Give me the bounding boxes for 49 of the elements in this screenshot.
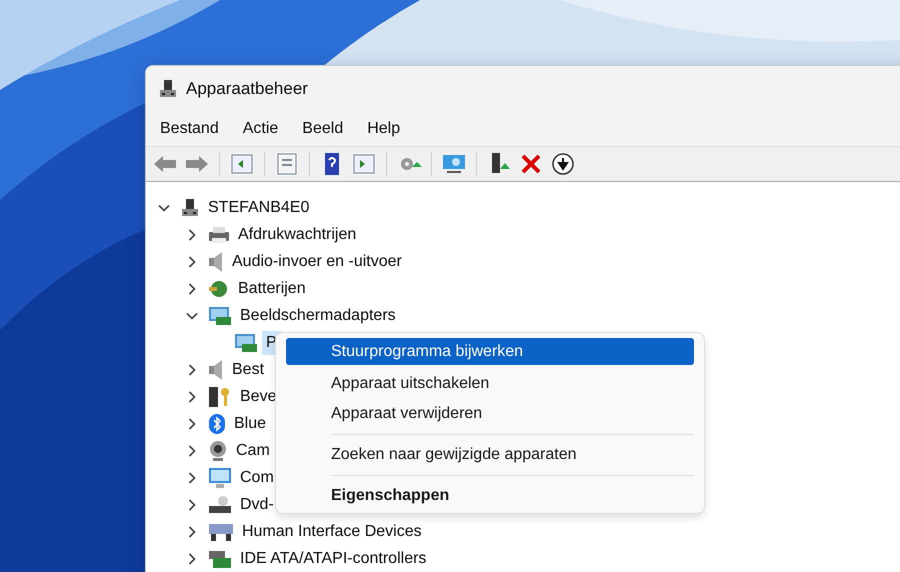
tree-item[interactable]: STEFANB4E0 [204, 196, 314, 220]
menu-item[interactable]: Actie [234, 120, 286, 138]
menu-item[interactable]: Apparaat verwijderen [286, 399, 694, 429]
toolbar-button[interactable] [550, 151, 576, 177]
battery-icon [208, 278, 230, 298]
speaker-icon [208, 250, 224, 272]
menu-item[interactable]: Zoeken naar gewijzigde apparaten [286, 440, 694, 470]
tree-item[interactable]: Com [236, 466, 278, 490]
tree-item[interactable]: IDE ATA/ATAPI-controllers [236, 546, 430, 570]
app-icon [158, 78, 178, 98]
display-adapter-icon [208, 306, 232, 326]
chevron-right-icon[interactable] [186, 228, 198, 240]
tree-item[interactable]: Cam [232, 438, 274, 462]
menu-item[interactable]: Apparaat uitschakelen [286, 369, 694, 399]
tree-item[interactable]: Blue [230, 412, 270, 436]
bluetooth-icon [208, 412, 226, 434]
chevron-right-icon[interactable] [186, 472, 198, 484]
chevron-right-icon[interactable] [186, 390, 198, 402]
window-title: Apparaatbeheer [186, 78, 308, 98]
chevron-right-icon[interactable] [186, 552, 198, 564]
menu-item[interactable]: Stuurprogramma bijwerken [286, 338, 694, 365]
chevron-right-icon[interactable] [186, 498, 198, 510]
chevron-right-icon[interactable] [186, 364, 198, 376]
disc-drive-icon [208, 494, 232, 514]
chevron-right-icon[interactable] [186, 256, 198, 268]
chevron-right-icon[interactable] [186, 526, 198, 538]
key-icon [208, 386, 232, 408]
display-adapter-icon [234, 332, 258, 352]
menu-item[interactable]: Beeld [294, 120, 352, 138]
menu-item[interactable]: Eigenschappen [286, 481, 694, 511]
chevron-right-icon[interactable] [186, 282, 198, 294]
tree-item[interactable]: Batterijen [234, 276, 310, 300]
printer-icon [208, 226, 230, 244]
tree-item[interactable]: Audio-invoer en -uitvoer [228, 250, 406, 274]
monitor-icon [208, 466, 232, 488]
tree-item[interactable]: Beeldschermadapters [236, 304, 400, 328]
tree-item[interactable]: Dvd- [236, 492, 278, 516]
computer-icon [180, 198, 200, 218]
controller-card-icon [208, 548, 232, 568]
download-circle-icon [550, 151, 576, 177]
tree-item[interactable]: Human Interface Devices [238, 520, 426, 544]
chevron-right-icon[interactable] [186, 444, 198, 456]
tree-item[interactable]: Afdrukwachtrijen [234, 222, 360, 246]
webcam-icon [208, 440, 228, 462]
menu-item[interactable]: Help [359, 120, 408, 138]
chevron-right-icon[interactable] [186, 418, 198, 430]
tree-item[interactable]: Best [228, 358, 268, 382]
menu-item[interactable]: Bestand [152, 120, 227, 138]
speaker-icon [208, 358, 224, 380]
